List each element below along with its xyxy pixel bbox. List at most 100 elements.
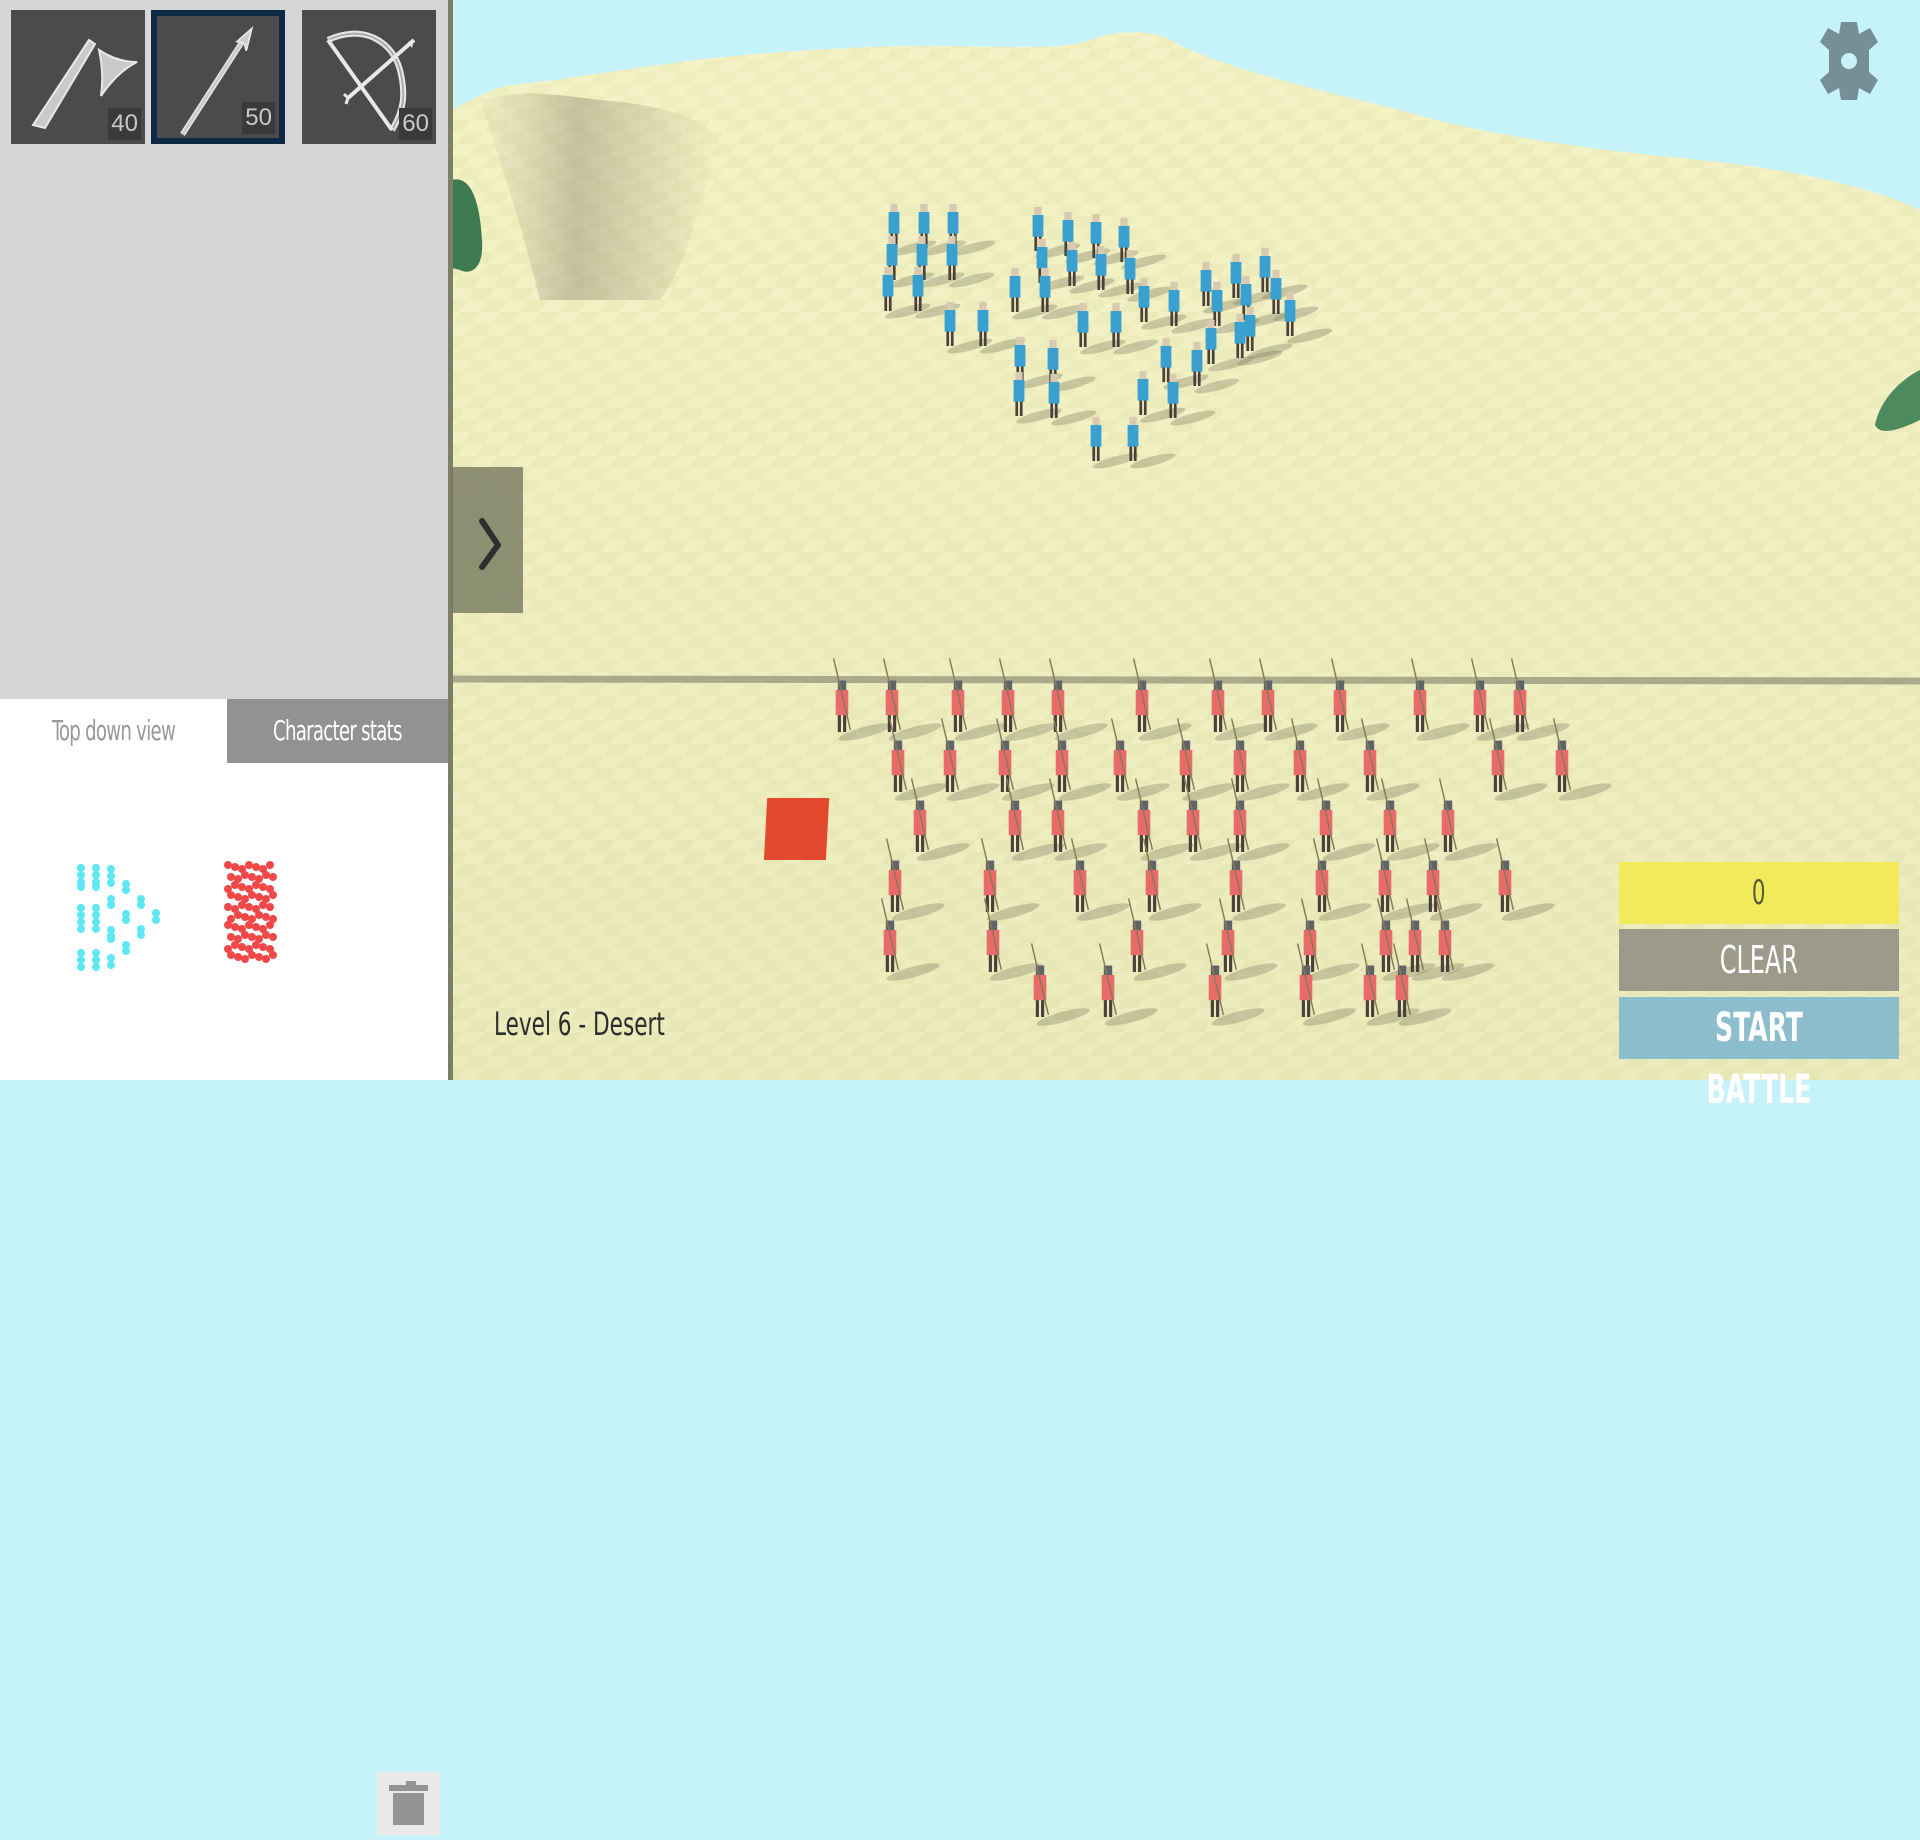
minimap-red-unit [266,921,274,929]
minimap-blue-unit [77,918,85,926]
drawer-toggle-button[interactable] [452,467,523,613]
minimap-red-unit [224,921,232,929]
minimap-red-unit [248,933,256,941]
minimap-red-unit [234,911,242,919]
minimap-red-unit [231,863,239,871]
top-down-minimap[interactable] [0,763,448,1835]
minimap-blue-unit [92,871,100,879]
delete-button[interactable] [377,1772,440,1835]
minimap-blue-unit [92,949,100,957]
minimap-blue-unit [107,865,115,873]
minimap-red-unit [262,871,270,879]
minimap-red-unit [234,953,242,961]
minimap-red-unit [241,913,249,921]
minimap-red-unit [245,861,253,869]
minimap-blue-unit [92,918,100,926]
minimap-blue-unit [77,883,85,891]
unit-cost: 50 [242,102,275,134]
unit-panel: 40 50 60 Top down view Character stats [0,0,453,1835]
minimap-red-unit [238,883,246,891]
tab-character-stats[interactable]: Character stats [227,699,448,763]
unit-count-button[interactable]: 0 [1619,862,1899,924]
unit-card-axe[interactable]: 40 [11,10,145,144]
gear-icon [1820,22,1878,100]
minimap-blue-unit [137,901,145,909]
level-text: Level 6 - Desert [494,1005,665,1043]
minimap-red-unit [227,873,235,881]
minimap-red-unit [248,873,256,881]
minimap-red-unit [231,923,239,931]
tab-top-down-view[interactable]: Top down view [0,699,227,763]
tab-label: Character stats [273,714,402,747]
minimap-blue-unit [107,872,115,880]
minimap-red-unit [269,951,277,959]
minimap-blue-unit [92,883,100,891]
minimap-red-unit [231,941,239,949]
minimap-red-unit [266,861,274,869]
minimap-blue-unit [122,886,130,894]
minimap-red-unit [245,903,253,911]
minimap-blue-unit [77,864,85,872]
minimap-blue-unit [92,904,100,912]
minimap-blue-unit [77,956,85,964]
trash-icon [389,1781,428,1825]
minimap-canvas [77,861,277,971]
unit-card-spear[interactable]: 50 [151,10,285,144]
minimap-red-unit [252,923,260,931]
minimap-red-unit [269,933,277,941]
minimap-blue-unit [77,963,85,971]
minimap-blue-unit [137,931,145,939]
minimap-blue-unit [107,961,115,969]
unit-count: 0 [1752,873,1766,913]
minimap-red-unit [255,893,263,901]
minimap-blue-unit [92,864,100,872]
minimap-red-unit [227,933,235,941]
placement-marker[interactable] [763,798,830,860]
minimap-red-unit [259,901,267,909]
minimap-blue-unit [152,909,160,917]
start-battle-button[interactable]: START BATTLE [1619,997,1899,1113]
panel-tabs: Top down view Character stats [0,699,448,763]
minimap-red-unit [238,901,246,909]
minimap-red-unit [255,911,263,919]
minimap-red-unit [259,883,267,891]
minimap-red-unit [252,881,260,889]
minimap-blue-unit [92,911,100,919]
minimap-red-unit [227,951,235,959]
minimap-red-unit [262,913,270,921]
level-title: Level 6 - Desert [494,1005,722,1043]
minimap-red-unit [248,951,256,959]
minimap-blue-unit [122,916,130,924]
minimap-blue-unit [77,949,85,957]
minimap-blue-unit [122,947,130,955]
minimap-red-unit [252,863,260,871]
minimap-red-unit [269,891,277,899]
clear-label: CLEAR [1719,938,1799,982]
minimap-red-unit [238,943,246,951]
minimap-red-unit [259,943,267,951]
minimap-red-unit [241,871,249,879]
minimap-blue-unit [77,911,85,919]
minimap-red-unit [234,893,242,901]
minimap-red-unit [227,891,235,899]
minimap-blue-unit [107,954,115,962]
minimap-blue-unit [77,904,85,912]
minimap-blue-unit [77,925,85,933]
minimap-blue-unit [92,956,100,964]
minimap-red-unit [266,903,274,911]
minimap-blue-unit [107,901,115,909]
minimap-blue-unit [107,879,115,887]
minimap-red-unit [252,941,260,949]
unit-cost: 60 [399,108,432,140]
unit-card-bow[interactable]: 60 [302,10,436,144]
minimap-red-unit [224,903,232,911]
clear-button[interactable]: CLEAR [1619,929,1899,991]
minimap-red-unit [245,921,253,929]
minimap-red-unit [269,873,277,881]
minimap-blue-unit [152,916,160,924]
chevron-right-icon [479,518,501,570]
settings-button[interactable] [1808,20,1890,102]
minimap-red-unit [224,861,232,869]
minimap-blue-unit [92,925,100,933]
minimap-blue-unit [77,871,85,879]
